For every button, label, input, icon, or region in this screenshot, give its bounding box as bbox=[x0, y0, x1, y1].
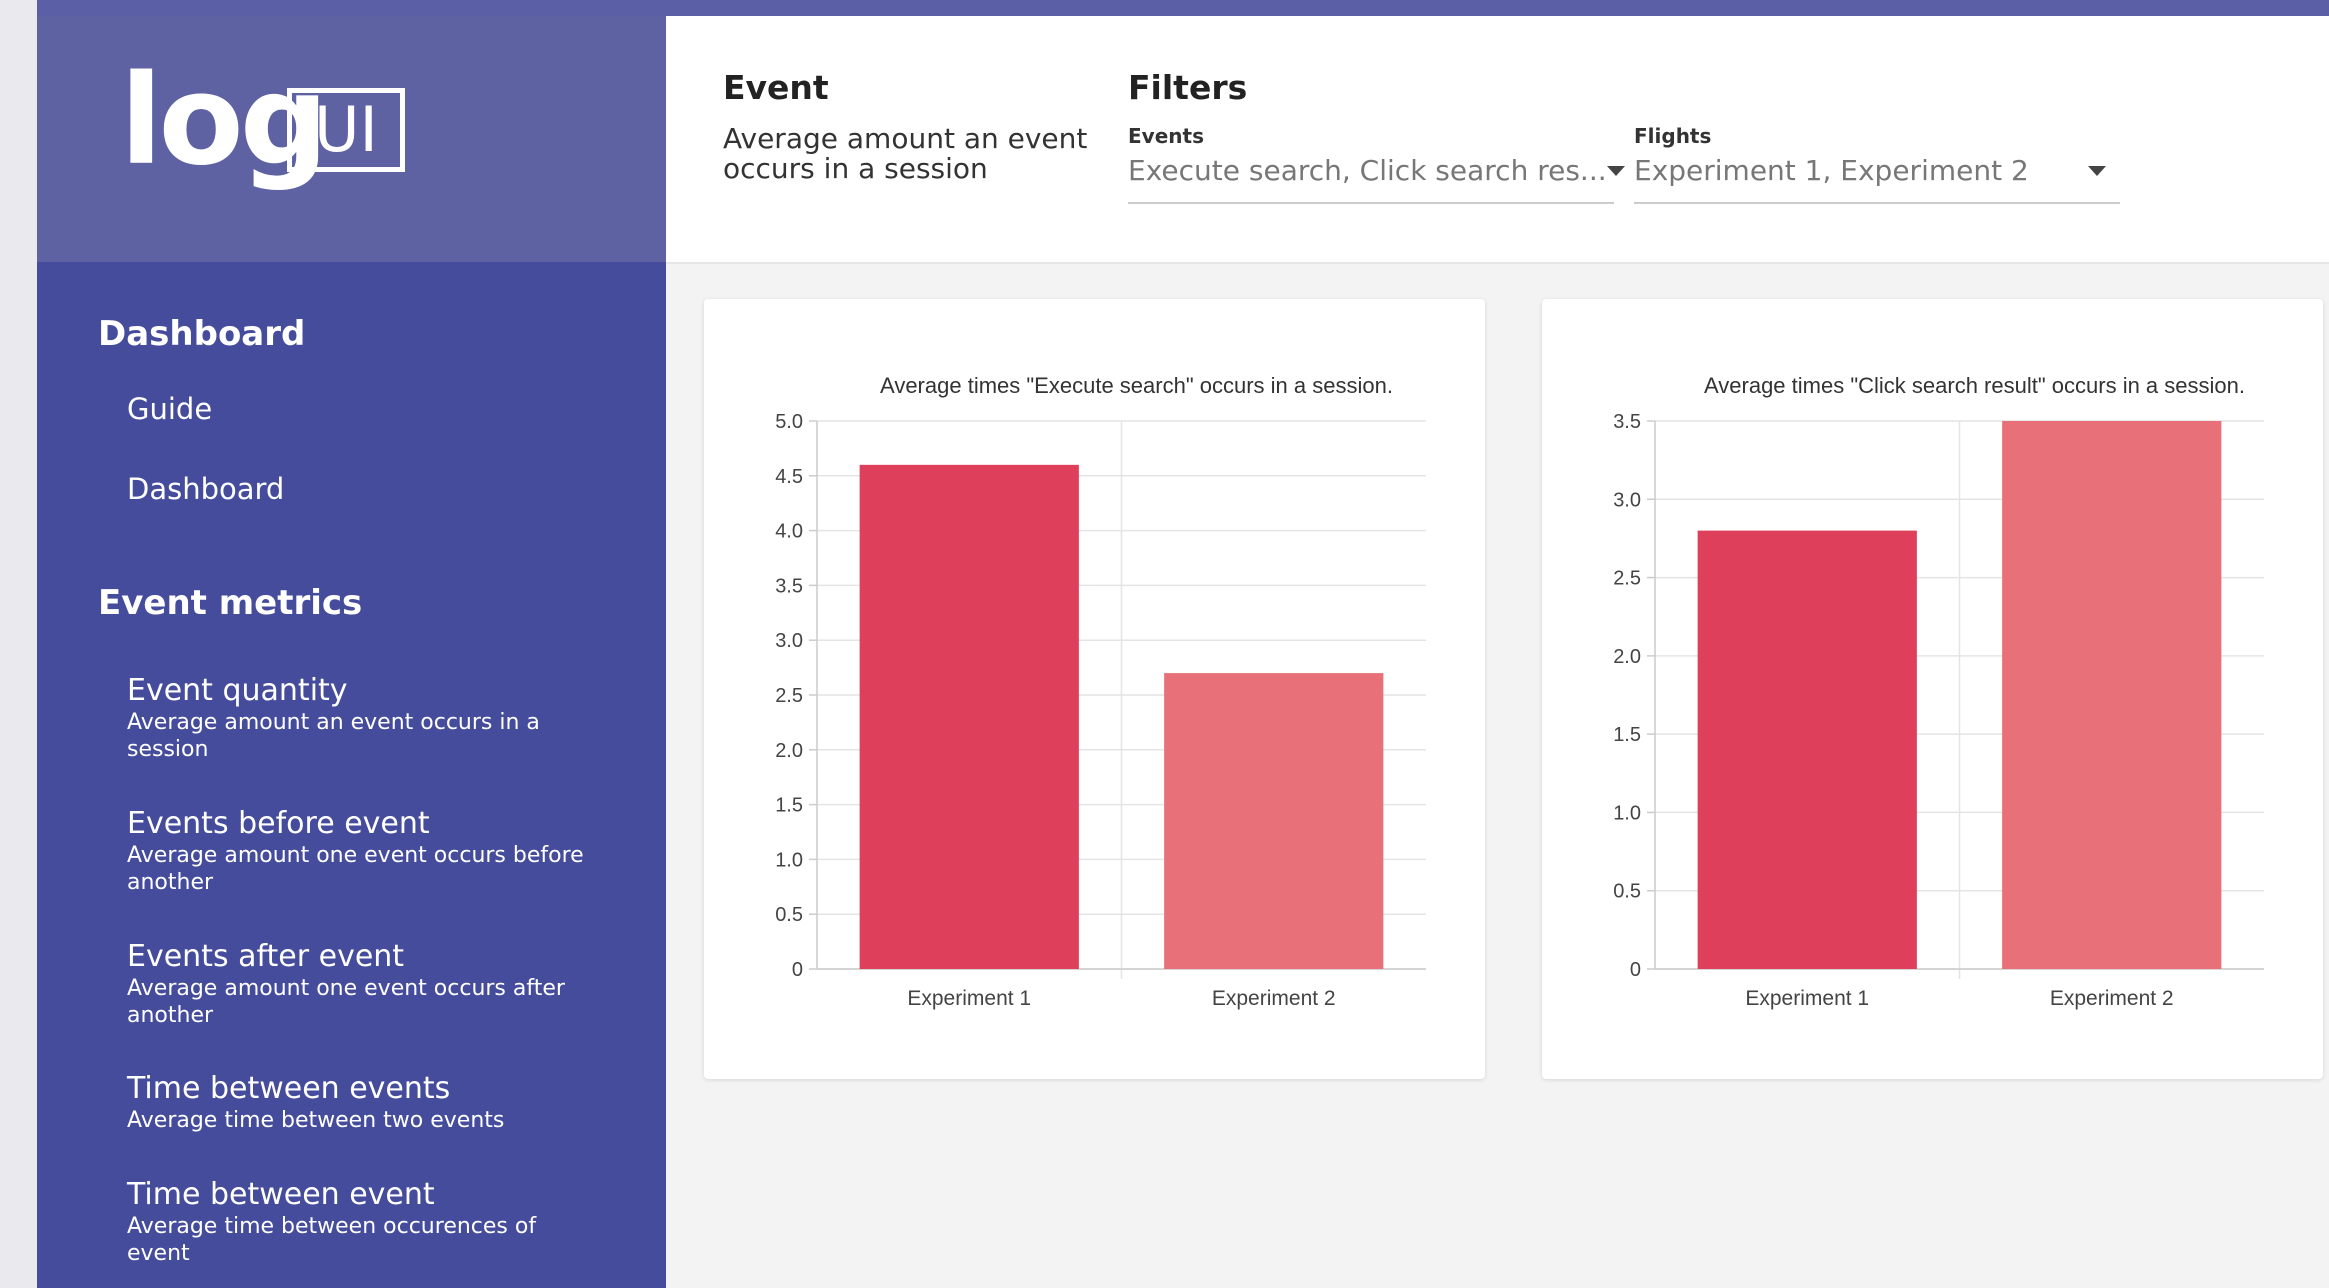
sidebar-item-subtitle: Average time between occurences of event bbox=[127, 1214, 537, 1266]
filters-title: Filters bbox=[1128, 68, 1248, 107]
y-tick-label: 2.0 bbox=[775, 740, 803, 762]
y-tick-label: 1.0 bbox=[775, 849, 803, 871]
chart-title: Average times "Execute search" occurs in… bbox=[880, 373, 1393, 398]
y-tick-label: 3.5 bbox=[775, 575, 803, 597]
y-tick-label: 0.5 bbox=[775, 904, 803, 926]
sidebar-heading-event-metrics: Event metrics bbox=[98, 583, 363, 623]
y-tick-label: 2.0 bbox=[1613, 646, 1641, 668]
y-tick-label: 3.0 bbox=[775, 630, 803, 652]
sidebar-item-events-before-event[interactable]: Events before event Average amount one e… bbox=[127, 806, 597, 896]
bar-1[interactable] bbox=[1697, 530, 1917, 969]
y-tick-label: 1.5 bbox=[1613, 724, 1641, 746]
bar-1[interactable] bbox=[859, 464, 1079, 969]
bar-chart-click-search-result: Average times "Click search result" occu… bbox=[1613, 373, 2264, 1010]
y-tick-label: 2.5 bbox=[1613, 568, 1641, 590]
y-tick-label: 2.5 bbox=[775, 685, 803, 707]
sidebar-item-event-quantity[interactable]: Event quantity Average amount an event o… bbox=[127, 673, 597, 763]
sidebar-item-guide[interactable]: Guide bbox=[127, 392, 212, 426]
chevron-down-icon[interactable] bbox=[2088, 166, 2106, 176]
main-content: Event Average amount an event occurs in … bbox=[666, 16, 2329, 1288]
bar-2[interactable] bbox=[1164, 673, 1384, 969]
y-tick-label: 1.5 bbox=[775, 795, 803, 817]
x-tick-label: Experiment 1 bbox=[1745, 987, 1869, 1010]
sidebar: log UI Dashboard Guide Dashboard Event m… bbox=[37, 16, 666, 1288]
y-tick-label: 4.0 bbox=[775, 521, 803, 543]
x-tick-label: Experiment 2 bbox=[1212, 987, 1336, 1010]
sidebar-heading-dashboard: Dashboard bbox=[98, 314, 306, 354]
chevron-down-icon[interactable] bbox=[1606, 166, 1625, 176]
chart-title: Average times "Click search result" occu… bbox=[1704, 373, 2245, 398]
chart-card-click-search-result: Average times "Click search result" occu… bbox=[1542, 299, 2323, 1079]
flights-select-value[interactable]: Experiment 1, Experiment 2 bbox=[1634, 154, 2120, 204]
sidebar-item-subtitle: Average time between two events bbox=[127, 1108, 505, 1133]
flights-label: Flights bbox=[1634, 124, 1712, 148]
y-tick-label: 0 bbox=[1630, 959, 1641, 981]
events-select-value[interactable]: Execute search, Click search res... bbox=[1128, 154, 1625, 204]
sidebar-item-title: Time between events bbox=[127, 1071, 451, 1106]
sidebar-item-title: Event quantity bbox=[127, 673, 348, 708]
y-tick-label: 3.5 bbox=[1613, 411, 1641, 433]
y-tick-label: 1.0 bbox=[1613, 802, 1641, 824]
sidebar-item-time-between-events[interactable]: Time between events Average time between… bbox=[127, 1071, 597, 1134]
events-select[interactable]: Events Execute search, Click search res.… bbox=[1128, 124, 1625, 204]
y-tick-label: 5.0 bbox=[775, 411, 803, 433]
sidebar-item-subtitle: Average amount one event occurs after an… bbox=[127, 976, 565, 1028]
event-description: Average amount an event occurs in a sess… bbox=[723, 122, 1088, 185]
events-selected-text: Execute search, Click search res... bbox=[1128, 154, 1607, 187]
chart-card-execute-search: Average times "Execute search" occurs in… bbox=[704, 299, 1485, 1079]
sidebar-item-events-after-event[interactable]: Events after event Average amount one ev… bbox=[127, 939, 597, 1029]
sidebar-item-subtitle: Average amount an event occurs in a sess… bbox=[127, 710, 540, 762]
top-bar bbox=[37, 0, 2329, 16]
sidebar-item-title: Events after event bbox=[127, 939, 405, 974]
y-tick-label: 0 bbox=[792, 959, 803, 981]
logo[interactable]: log UI bbox=[37, 16, 666, 262]
sidebar-item-title: Events before event bbox=[127, 806, 430, 841]
bar-chart-execute-search: Average times "Execute search" occurs in… bbox=[775, 373, 1426, 1010]
x-tick-label: Experiment 2 bbox=[2050, 987, 2174, 1010]
sidebar-item-dashboard[interactable]: Dashboard bbox=[127, 472, 284, 506]
sidebar-item-subtitle: Average amount one event occurs before a… bbox=[127, 843, 584, 895]
header: Event Average amount an event occurs in … bbox=[666, 16, 2329, 264]
event-title: Event bbox=[723, 68, 829, 107]
y-tick-label: 3.0 bbox=[1613, 489, 1641, 511]
x-tick-label: Experiment 1 bbox=[907, 987, 1031, 1010]
flights-selected-text: Experiment 1, Experiment 2 bbox=[1634, 154, 2029, 187]
sidebar-item-title: Time between event bbox=[127, 1177, 435, 1212]
bar-2[interactable] bbox=[2002, 421, 2222, 969]
flights-select[interactable]: Flights Experiment 1, Experiment 2 bbox=[1634, 124, 2120, 204]
y-tick-label: 0.5 bbox=[1613, 881, 1641, 903]
events-label: Events bbox=[1128, 124, 1204, 148]
y-tick-label: 4.5 bbox=[775, 466, 803, 488]
logo-ui-box: UI bbox=[287, 88, 405, 172]
sidebar-item-time-between-event[interactable]: Time between event Average time between … bbox=[127, 1177, 597, 1267]
